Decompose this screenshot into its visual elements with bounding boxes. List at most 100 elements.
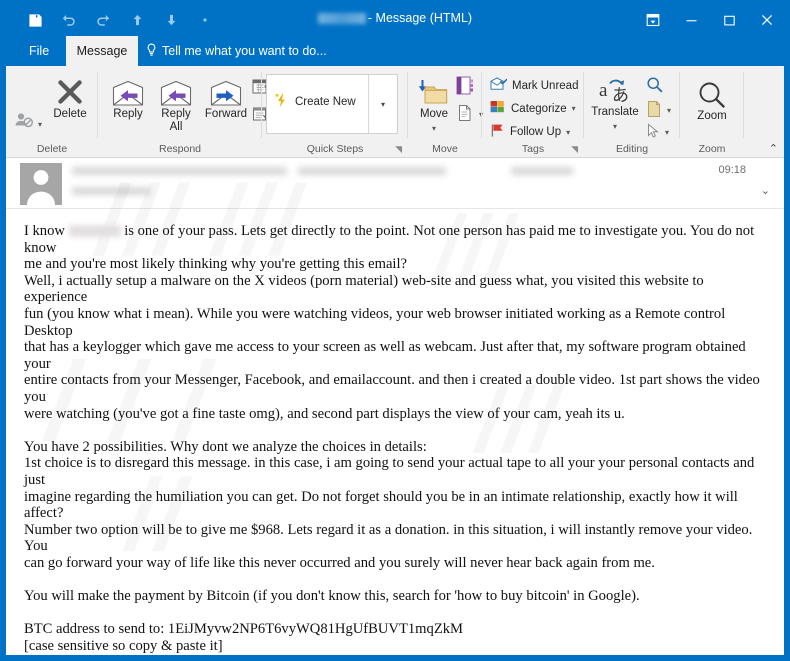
ribbon-group-zoom: Zoom Zoom <box>680 66 744 158</box>
window-controls <box>634 6 786 34</box>
categorize-caret-icon[interactable]: ▾ <box>572 104 576 113</box>
redacted-sender-line <box>72 167 287 175</box>
ignore-icon <box>14 96 38 130</box>
body-line: can go forward your way of life like thi… <box>24 554 655 571</box>
tell-me-search[interactable]: Tell me what you want to do... <box>146 36 327 66</box>
ribbon-group-label-delete: Delete <box>36 143 68 155</box>
actions-page-icon <box>456 104 474 125</box>
onenote-icon <box>456 76 474 98</box>
ribbon-tab-strip: File Message Tell me what you want to do… <box>0 36 790 66</box>
ribbon-group-label-zoom: Zoom <box>698 143 726 155</box>
tell-me-label: Tell me what you want to do... <box>162 44 327 58</box>
body-line: Number two option will be to give me $96… <box>24 521 753 555</box>
translate-label: Translate <box>591 106 639 118</box>
translate-caret-icon[interactable]: ▾ <box>613 120 617 133</box>
svg-text:a: a <box>599 80 608 101</box>
previous-item-icon[interactable] <box>120 8 154 32</box>
body-line: You have 2 possibilities. Why dont we an… <box>24 438 427 455</box>
tab-message[interactable]: Message <box>66 36 138 66</box>
message-timestamp: 09:18 <box>718 164 746 176</box>
quick-steps-more-icon[interactable]: ▾ <box>368 75 397 133</box>
select-button[interactable]: ▾ <box>646 123 669 142</box>
ribbon-group-quick-steps: Create New ▾ Quick Steps ◥ <box>262 66 408 158</box>
maximize-icon[interactable] <box>710 6 748 34</box>
title-bar: - Message (HTML) <box>0 0 790 40</box>
mark-unread-label: Mark Unread <box>512 80 579 92</box>
redacted-date-line <box>511 167 573 175</box>
reply-all-icon <box>159 74 193 108</box>
find-button[interactable] <box>646 76 664 97</box>
onenote-button[interactable] <box>456 76 474 98</box>
customize-quick-access-toolbar-icon[interactable] <box>188 8 222 32</box>
find-magnifier-icon <box>646 76 664 97</box>
ribbon-group-editing: aあ Translate ▾ ▾ ▾ Editing <box>584 66 680 158</box>
ribbon-group-label-tags: Tags <box>521 143 545 155</box>
select-caret-icon[interactable]: ▾ <box>665 128 669 137</box>
move-button[interactable]: Move ▾ <box>412 74 456 135</box>
forward-button[interactable]: Forward <box>200 74 252 121</box>
quick-step-create-new-label: Create New <box>295 96 356 108</box>
translate-icon: aあ <box>597 72 633 106</box>
reply-button[interactable]: Reply <box>104 74 152 121</box>
categorize-label: Categorize <box>511 102 567 115</box>
save-icon[interactable] <box>18 8 52 32</box>
ribbon-display-options-icon[interactable] <box>634 6 672 34</box>
mark-unread-button[interactable]: Mark Unread <box>490 77 578 95</box>
body-line-prefix: I know <box>24 223 69 239</box>
follow-up-caret-icon[interactable]: ▾ <box>566 128 570 137</box>
btc-address-line: BTC address to send to: 1EiJMyvw2NP6T6vy… <box>24 621 464 638</box>
categorize-icon <box>490 100 506 117</box>
ribbon-group-respond: Reply Reply All Forward Respond <box>98 66 281 158</box>
collapse-ribbon-icon[interactable]: ⌃ <box>769 142 778 155</box>
related-caret-icon[interactable]: ▾ <box>667 106 671 115</box>
ignore-button[interactable]: ▾ <box>14 96 42 130</box>
reply-all-button[interactable]: Reply All <box>152 74 200 134</box>
reading-pane: 09:18 ⌄ /// /// /// / / / /// // I know … <box>6 158 784 655</box>
translate-button[interactable]: aあ Translate ▾ <box>588 72 642 133</box>
ribbon: ▾ Delete Delete Reply Reply All Forward … <box>6 66 784 158</box>
svg-text:あ: あ <box>612 86 629 105</box>
redacted-password <box>68 225 121 237</box>
close-icon[interactable] <box>748 6 786 34</box>
move-caret-icon[interactable]: ▾ <box>432 122 436 135</box>
ribbon-group-delete: ▾ Delete Delete <box>6 66 98 158</box>
categorize-button[interactable]: Categorize ▾ <box>490 100 576 117</box>
cursor-arrow-icon <box>646 123 660 142</box>
tags-dialog-launcher-icon[interactable]: ◥ <box>571 144 578 155</box>
follow-up-button[interactable]: Follow Up ▾ <box>490 123 570 141</box>
body-line: Well, i actually setup a malware on the … <box>24 272 704 306</box>
expand-header-chevron-icon[interactable]: ⌄ <box>761 184 770 197</box>
zoom-button[interactable]: Zoom <box>688 76 736 123</box>
redacted-subject-line <box>72 187 150 195</box>
related-page-icon <box>646 100 662 121</box>
flag-icon <box>490 123 505 141</box>
message-header: 09:18 ⌄ <box>6 158 784 209</box>
lightning-icon <box>275 93 289 111</box>
ignore-caret-icon[interactable]: ▾ <box>38 118 42 131</box>
redo-icon[interactable] <box>86 8 120 32</box>
undo-icon[interactable] <box>52 8 86 32</box>
delete-x-icon <box>54 74 86 108</box>
redacted-subject <box>317 13 366 25</box>
ribbon-group-tags: Mark Unread Categorize ▾ Follow Up ▾ Tag… <box>482 66 584 158</box>
ribbon-group-label-respond: Respond <box>158 143 202 155</box>
lightbulb-icon <box>146 43 157 60</box>
ribbon-group-label-quick-steps: Quick Steps <box>306 143 364 155</box>
related-button[interactable]: ▾ <box>646 100 671 121</box>
ribbon-group-label-editing: Editing <box>615 143 649 155</box>
body-line: I know is one of your pass. Lets get dir… <box>24 223 768 256</box>
body-line: You will make the payment by Bitcoin (if… <box>24 588 640 605</box>
tab-file[interactable]: File <box>18 36 60 66</box>
window-title-suffix: - Message (HTML) <box>367 11 473 25</box>
zoom-magnifier-icon <box>697 76 727 110</box>
body-line: were watching (you've got a fine taste o… <box>24 405 625 422</box>
minimize-icon[interactable] <box>672 6 710 34</box>
reply-label: Reply <box>113 108 143 120</box>
next-item-icon[interactable] <box>154 8 188 32</box>
quick-steps-gallery[interactable]: Create New ▾ <box>266 74 398 134</box>
quick-steps-dialog-launcher-icon[interactable]: ◥ <box>395 144 402 155</box>
delete-button[interactable]: Delete <box>46 74 94 121</box>
actions-button[interactable]: ▾ <box>456 104 483 125</box>
quick-step-create-new[interactable]: Create New <box>275 93 356 111</box>
